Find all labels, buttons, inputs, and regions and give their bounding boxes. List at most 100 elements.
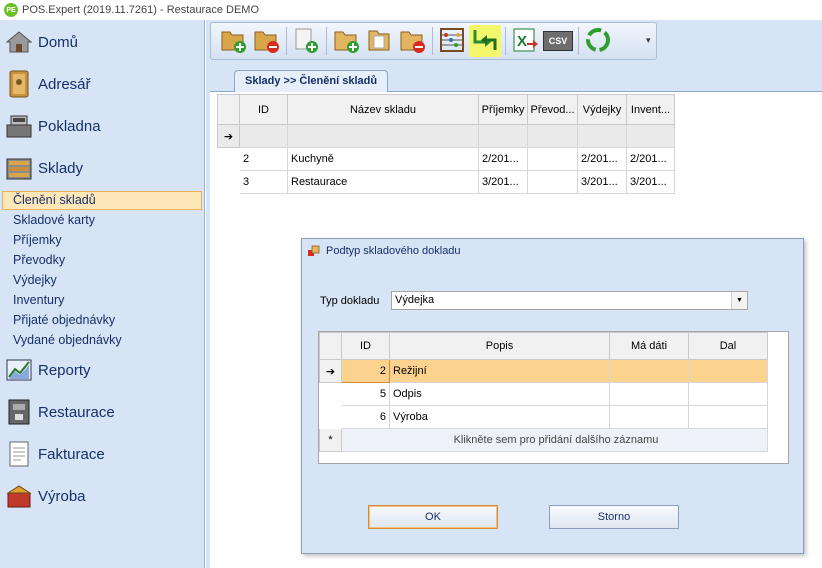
add-document-button[interactable] bbox=[290, 25, 322, 57]
cell[interactable] bbox=[626, 124, 675, 148]
sidebar-item-vydane-objednavky[interactable]: Vydané objednávky bbox=[2, 331, 202, 350]
cell[interactable] bbox=[527, 170, 578, 194]
cell-id-editing[interactable]: 2 bbox=[341, 359, 390, 383]
subtype-dialog: Podtyp skladového dokladu Typ dokladu Vý… bbox=[301, 238, 804, 554]
cell[interactable] bbox=[478, 124, 528, 148]
production-icon bbox=[4, 481, 34, 511]
cash-register-icon bbox=[4, 111, 34, 141]
abacus-button[interactable] bbox=[436, 25, 468, 57]
open-folder-button[interactable] bbox=[363, 25, 395, 57]
subtype-table: ID Popis Má dáti Dal ➔ 2 Režijní 5 Odpis… bbox=[319, 332, 768, 452]
table-row[interactable]: 2 Kuchyně 2/201... 2/201... 2/201... bbox=[217, 147, 675, 171]
chart-icon bbox=[4, 355, 34, 385]
column-header-name[interactable]: Název skladu bbox=[287, 94, 479, 125]
column-header-issues[interactable]: Výdejky bbox=[577, 94, 627, 125]
nav-group-home[interactable]: Domů bbox=[0, 22, 205, 62]
csv-export-button[interactable]: CSV bbox=[542, 25, 574, 57]
new-row[interactable]: ➔ bbox=[217, 124, 675, 148]
cell[interactable] bbox=[239, 124, 288, 148]
remove-folder-button[interactable] bbox=[250, 25, 282, 57]
doctype-select[interactable]: Výdejka ▼ bbox=[391, 291, 748, 310]
cell[interactable]: 3/201... bbox=[626, 170, 675, 194]
cancel-button[interactable]: Storno bbox=[549, 505, 679, 529]
cell[interactable] bbox=[287, 124, 479, 148]
cell[interactable]: Odpis bbox=[389, 382, 610, 406]
column-header-transfers[interactable]: Převod... bbox=[527, 94, 578, 125]
sidebar-item-prevodky[interactable]: Převodky bbox=[2, 251, 202, 270]
sidebar-item-vydejky[interactable]: Výdejky bbox=[2, 271, 202, 290]
new-record-hint[interactable]: Klikněte sem pro přidání dalšího záznamu bbox=[341, 428, 768, 452]
sidebar-item-skladove-karty[interactable]: Skladové karty bbox=[2, 211, 202, 230]
cell[interactable]: 2 bbox=[239, 147, 288, 171]
sidebar-item-prijemky[interactable]: Příjemky bbox=[2, 231, 202, 250]
cell[interactable]: 3 bbox=[239, 170, 288, 194]
cell[interactable]: Výroba bbox=[389, 405, 610, 429]
nav-group-label: Reporty bbox=[38, 361, 91, 379]
nav-group-label: Výroba bbox=[38, 487, 86, 505]
sidebar-item-inventury[interactable]: Inventury bbox=[2, 291, 202, 310]
cell[interactable] bbox=[688, 359, 768, 383]
cell[interactable]: 5 bbox=[341, 382, 390, 406]
cell[interactable] bbox=[688, 382, 768, 406]
add-subfolder-button[interactable] bbox=[330, 25, 362, 57]
cell[interactable]: Restaurace bbox=[287, 170, 479, 194]
toolbar-overflow-button[interactable]: ▾ bbox=[646, 35, 654, 49]
remove-folder-alt-icon bbox=[398, 26, 426, 57]
cell[interactable]: 2/201... bbox=[577, 147, 627, 171]
ok-button[interactable]: OK bbox=[368, 505, 498, 529]
row-selector-arrow-icon: ➔ bbox=[319, 359, 342, 383]
cell[interactable]: Kuchyně bbox=[287, 147, 479, 171]
column-header-id[interactable]: ID bbox=[341, 332, 390, 360]
recycle-button[interactable] bbox=[582, 25, 614, 57]
nav-group-address-book[interactable]: Adresář bbox=[0, 64, 205, 104]
column-header-credit[interactable]: Dal bbox=[688, 332, 768, 360]
cell[interactable]: 6 bbox=[341, 405, 390, 429]
nav-group-reports[interactable]: Reporty bbox=[0, 350, 205, 390]
cell[interactable]: 3/201... bbox=[577, 170, 627, 194]
tab-clenenii-skladu[interactable]: Sklady >> Členění skladů bbox=[234, 70, 389, 92]
cell[interactable]: Režijní bbox=[389, 359, 610, 383]
csv-export-icon: CSV bbox=[543, 31, 573, 51]
table-row[interactable]: 3 Restaurace 3/201... 3/201... 3/201... bbox=[217, 170, 675, 194]
table-row-selected[interactable]: ➔ 2 Režijní bbox=[319, 359, 768, 383]
chevron-down-icon[interactable]: ▼ bbox=[731, 292, 747, 309]
excel-export-button[interactable]: X bbox=[509, 25, 541, 57]
nav-group-cash-register[interactable]: Pokladna bbox=[0, 106, 205, 146]
column-header-inventories[interactable]: Invent... bbox=[626, 94, 675, 125]
window-title: POS.Expert (2019.11.7261) - Restaurace D… bbox=[22, 4, 260, 16]
cell[interactable] bbox=[688, 405, 768, 429]
nav-group-production[interactable]: Výroba bbox=[0, 476, 205, 516]
cell[interactable] bbox=[609, 359, 689, 383]
add-folder-button[interactable] bbox=[217, 25, 249, 57]
row-selector-header bbox=[319, 332, 342, 360]
nav-group-invoicing[interactable]: Fakturace bbox=[0, 434, 205, 474]
cell[interactable] bbox=[577, 124, 627, 148]
excel-export-icon: X bbox=[511, 26, 539, 57]
warehouse-grid: ID Název skladu Příjemky Převod... Výdej… bbox=[217, 94, 675, 194]
nav-group-restaurant[interactable]: Restaurace bbox=[0, 392, 205, 432]
cell[interactable] bbox=[609, 405, 689, 429]
table-row[interactable]: 5 Odpis bbox=[319, 382, 768, 406]
cell[interactable] bbox=[609, 382, 689, 406]
new-record-row[interactable]: * Klikněte sem pro přidání dalšího zázna… bbox=[319, 428, 768, 452]
sidebar-item-prijate-objednavky[interactable]: Přijaté objednávky bbox=[2, 311, 202, 330]
cell[interactable] bbox=[527, 147, 578, 171]
sidebar-item-clenenii-skladu[interactable]: Členění skladů bbox=[2, 191, 202, 210]
nav-group-warehouses[interactable]: Sklady bbox=[0, 148, 205, 188]
cell[interactable]: 2/201... bbox=[478, 147, 528, 171]
column-header-id[interactable]: ID bbox=[239, 94, 288, 125]
subtype-grid: ID Popis Má dáti Dal ➔ 2 Režijní 5 Odpis… bbox=[318, 331, 789, 464]
column-header-debit[interactable]: Má dáti bbox=[609, 332, 689, 360]
nav-group-label: Adresář bbox=[38, 75, 91, 93]
table-row[interactable]: 6 Výroba bbox=[319, 405, 768, 429]
transfer-button[interactable] bbox=[469, 25, 501, 57]
cell[interactable] bbox=[527, 124, 578, 148]
column-header-description[interactable]: Popis bbox=[389, 332, 610, 360]
invoice-icon bbox=[4, 439, 34, 469]
remove-subfolder-button[interactable] bbox=[396, 25, 428, 57]
recycle-icon bbox=[585, 27, 611, 56]
cell[interactable]: 2/201... bbox=[626, 147, 675, 171]
column-header-receipts[interactable]: Příjemky bbox=[478, 94, 528, 125]
cell[interactable]: 3/201... bbox=[478, 170, 528, 194]
row-selector-header bbox=[217, 94, 240, 125]
